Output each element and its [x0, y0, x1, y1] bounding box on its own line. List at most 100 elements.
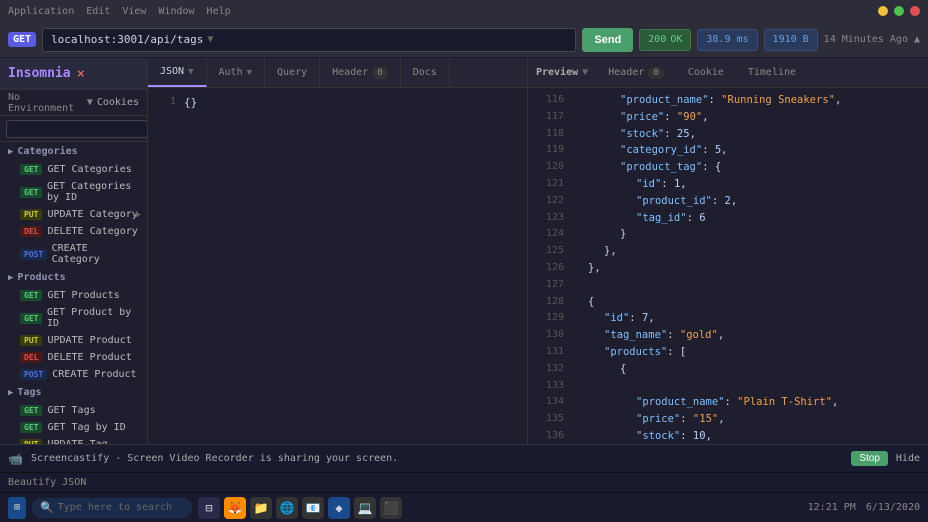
status-code-badge: 200 OK [639, 29, 691, 51]
sidebar-item-delete-category[interactable]: DEL DELETE Category [0, 223, 147, 240]
preview-label: Preview ▼ [528, 58, 596, 87]
taskbar-icon-app1[interactable]: 📧 [302, 497, 324, 519]
line-content: "category_id": 5, [572, 142, 920, 159]
tab-docs[interactable]: Docs [401, 58, 450, 87]
line-number: 122 [536, 193, 564, 210]
request-body-editor[interactable]: 1 {} [148, 88, 527, 444]
stop-sharing-button[interactable]: Stop [851, 451, 888, 466]
start-button[interactable]: ⊞ [8, 497, 26, 519]
method-get-tag: GET [20, 187, 42, 198]
taskbar-icon-terminal[interactable]: ⬛ [380, 497, 402, 519]
sidebar-item-get-tag-by-id[interactable]: GET GET Tag by ID [0, 419, 147, 436]
url-input-container[interactable]: localhost:3001/api/tags ▼ [42, 28, 576, 52]
menu-bar-items: Application Edit View Window Help [8, 6, 231, 17]
group-categories[interactable]: ▶ Categories [0, 142, 147, 161]
item-label: CREATE Product [52, 369, 136, 380]
tab-cookie[interactable]: Cookie [676, 58, 736, 87]
line-content: "product_name": "Running Sneakers", [572, 92, 920, 109]
window-controls [878, 6, 920, 16]
item-arrow-icon: ▶ [136, 210, 141, 220]
item-label: GET Categories [47, 164, 131, 175]
tab-header[interactable]: Header 0 [320, 58, 401, 87]
preview-line: 136"stock": 10, [536, 428, 920, 444]
method-get-tag: GET [20, 313, 42, 324]
taskbar-search[interactable]: 🔍 Type here to search [32, 498, 192, 518]
taskbar-icon-insomnia[interactable]: ◆ [328, 497, 350, 519]
sidebar-item-get-categories[interactable]: GET GET Categories [0, 161, 147, 178]
sidebar-item-create-category[interactable]: POST CREATE Category [0, 240, 147, 268]
tab-timeline[interactable]: Timeline [736, 58, 808, 87]
menu-help[interactable]: Help [207, 6, 231, 17]
tab-query-label: Query [277, 67, 307, 78]
taskbar-icon-chrome[interactable]: 🌐 [276, 497, 298, 519]
sidebar-content: ▶ Categories GET GET Categories GET GET … [0, 142, 147, 444]
preview-line: 135"price": "15", [536, 411, 920, 428]
taskbar-icon-task-view[interactable]: ⊟ [198, 497, 220, 519]
header-count-badge: 0 [372, 67, 387, 79]
method-del-tag: DEL [20, 226, 42, 237]
environment-dropdown[interactable]: ▼ [87, 97, 93, 108]
beautify-json-button[interactable]: Beautify JSON [8, 477, 86, 488]
group-tags[interactable]: ▶ Tags [0, 383, 147, 402]
menu-application[interactable]: Application [8, 6, 74, 17]
sidebar-item-get-categories-by-id[interactable]: GET GET Categories by ID [0, 178, 147, 206]
preview-line: 126}, [536, 260, 920, 277]
method-del-tag: DEL [20, 352, 42, 363]
line-number: 118 [536, 126, 564, 143]
taskbar-icon-vscode[interactable]: 💻 [354, 497, 376, 519]
group-products[interactable]: ▶ Products [0, 268, 147, 287]
tab-auth[interactable]: Auth ▼ [207, 58, 266, 87]
line-number: 121 [536, 176, 564, 193]
tab-json[interactable]: JSON ▼ [148, 58, 207, 87]
line-content [572, 378, 920, 395]
menu-view[interactable]: View [122, 6, 146, 17]
line-number: 123 [536, 210, 564, 227]
preview-line: 133 [536, 378, 920, 395]
send-button[interactable]: Send [582, 28, 633, 52]
sidebar-item-get-products[interactable]: GET GET Products [0, 287, 147, 304]
maximize-button[interactable] [894, 6, 904, 16]
preview-line: 128{ [536, 294, 920, 311]
sidebar-item-create-product[interactable]: POST CREATE Product [0, 366, 147, 383]
sidebar-item-get-product-by-id[interactable]: GET GET Product by ID [0, 304, 147, 332]
sidebar-item-update-product[interactable]: PUT UPDATE Product [0, 332, 147, 349]
line-content: "price": "90", [572, 109, 920, 126]
search-bar: ⊕ [0, 116, 147, 142]
line-number: 125 [536, 243, 564, 260]
sidebar-item-update-category[interactable]: PUT UPDATE Category ▶ [0, 206, 147, 223]
sidebar-item-get-tags[interactable]: GET GET Tags [0, 402, 147, 419]
taskbar-icon-firefox[interactable]: 🦊 [224, 497, 246, 519]
http-method-badge[interactable]: GET [8, 32, 36, 47]
close-button[interactable] [910, 6, 920, 16]
tab-header-label: Header [608, 67, 644, 78]
tab-header-label: Header [332, 67, 368, 78]
hide-notification-button[interactable]: Hide [896, 453, 920, 464]
system-time: 12:21 PM [808, 502, 856, 513]
menu-window[interactable]: Window [158, 6, 194, 17]
cookies-button[interactable]: Cookies [97, 97, 139, 108]
preview-line: 131"products": [ [536, 344, 920, 361]
taskbar-icon-explorer[interactable]: 📁 [250, 497, 272, 519]
item-label: GET Categories by ID [47, 181, 139, 203]
search-input[interactable] [6, 120, 148, 138]
title-bar: Application Edit View Window Help [0, 0, 928, 22]
preview-line: 121"id": 1, [536, 176, 920, 193]
tab-query[interactable]: Query [265, 58, 320, 87]
line-content: "stock": 10, [572, 428, 920, 444]
menu-edit[interactable]: Edit [86, 6, 110, 17]
notification-bar: 📹 Screencastify - Screen Video Recorder … [0, 444, 928, 472]
response-time-badge: 38.9 ms [697, 29, 757, 51]
taskbar-right: 12:21 PM 6/13/2020 [808, 502, 920, 513]
notification-icon: 📹 [8, 452, 23, 466]
main-toolbar: GET localhost:3001/api/tags ▼ Send 200 O… [0, 22, 928, 58]
method-post-tag: POST [20, 249, 47, 260]
line-content: "product_id": 2, [572, 193, 920, 210]
sidebar-item-update-tag[interactable]: PUT UPDATE Tag [0, 436, 147, 444]
tab-response-header[interactable]: Header 0 [596, 58, 676, 87]
minimize-button[interactable] [878, 6, 888, 16]
preview-line: 132{ [536, 361, 920, 378]
main-area: Insomnia × No Environment ▼ Cookies ⊕ ▶ … [0, 58, 928, 444]
sidebar-close-icon[interactable]: × [77, 66, 85, 82]
group-label: Tags [17, 387, 41, 398]
sidebar-item-delete-product[interactable]: DEL DELETE Product [0, 349, 147, 366]
